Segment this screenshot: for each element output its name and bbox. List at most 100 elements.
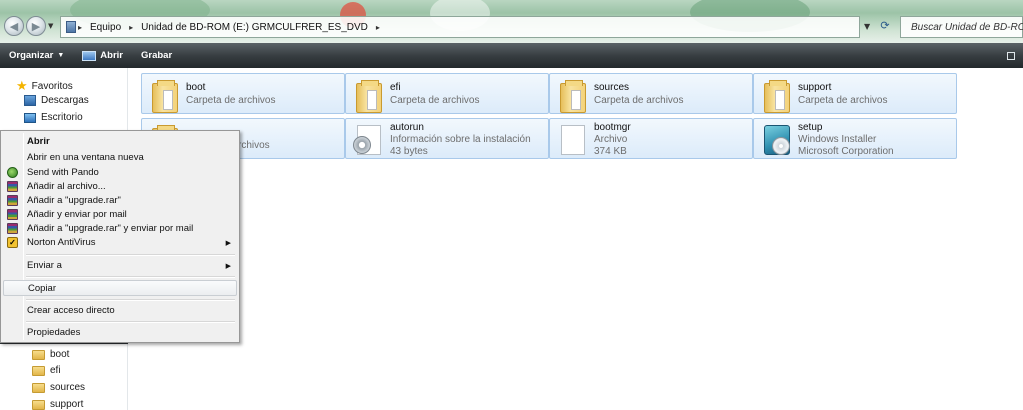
submenu-arrow-icon: ▶ <box>225 262 231 270</box>
winrar-icon <box>7 209 18 220</box>
menu-item-label: Copiar <box>28 282 56 294</box>
folder-icon <box>32 349 45 360</box>
view-options-icon[interactable] <box>1007 52 1015 60</box>
tree-item-efi[interactable]: efi <box>32 365 61 376</box>
file-icon <box>556 123 588 155</box>
submenu-arrow-icon: ▶ <box>225 239 231 247</box>
menu-item-label: Abrir en una ventana nueva <box>27 152 144 163</box>
search-placeholder: Buscar Unidad de BD-ROM <box>911 21 1023 33</box>
file-type: Carpeta de archivos <box>390 95 480 106</box>
breadcrumb-computer[interactable]: Equipo <box>84 22 127 33</box>
file-publisher: Microsoft Corporation <box>798 146 894 157</box>
menu-item-send-with-pando[interactable]: Send with Pando <box>3 165 237 180</box>
tree-item-label: boot <box>50 349 70 360</box>
recent-pages-chevron-icon[interactable]: ▼ <box>48 22 53 30</box>
file-name: support <box>798 82 832 93</box>
file-type: Archivo <box>594 134 628 145</box>
menu-item-label: Añadir y enviar por mail <box>27 209 127 220</box>
file-size: 43 bytes <box>390 146 428 157</box>
open-label: Abrir <box>100 50 123 61</box>
menu-item-add-and-email[interactable]: Añadir y enviar por mail <box>3 207 237 222</box>
chevron-down-icon: ▼ <box>57 52 65 59</box>
forward-button[interactable]: ▶ <box>26 16 46 36</box>
menu-item-add-to-archive[interactable]: Añadir al archivo... <box>3 179 237 194</box>
norton-icon: ✓ <box>7 237 18 248</box>
menu-item-create-shortcut[interactable]: Crear acceso directo <box>3 303 237 318</box>
menu-separator <box>26 276 235 278</box>
pando-icon <box>7 167 18 178</box>
breadcrumb-separator-icon[interactable]: ▸ <box>76 23 84 32</box>
file-tile-efi[interactable]: efi Carpeta de archivos <box>345 73 549 114</box>
folder-icon <box>32 365 45 376</box>
organize-label: Organizar <box>9 50 54 61</box>
menu-item-open[interactable]: Abrir <box>3 134 237 149</box>
menu-item-open-new-window[interactable]: Abrir en una ventana nueva <box>3 150 237 165</box>
folder-icon <box>556 78 588 113</box>
installer-icon <box>760 123 792 155</box>
tree-item-support[interactable]: support <box>32 399 83 410</box>
menu-item-norton-antivirus[interactable]: ✓ Norton AntiVirus ▶ <box>3 235 237 250</box>
file-name: boot <box>186 82 206 93</box>
address-bar-region: ◀ ▶ ▼ ▸ Equipo ▸ Unidad de BD-ROM (E:) G… <box>0 0 1023 43</box>
breadcrumb-separator-icon[interactable]: ▸ <box>127 23 135 32</box>
tree-item-label: support <box>50 399 84 410</box>
winrar-icon <box>7 181 18 192</box>
nav-desktop[interactable]: Escritorio <box>24 112 83 123</box>
forward-arrow-icon: ▶ <box>31 19 41 33</box>
breadcrumb-separator-icon[interactable]: ▸ <box>374 23 382 32</box>
file-type: Windows Installer <box>798 134 877 145</box>
menu-separator <box>26 321 235 323</box>
burn-button[interactable]: Grabar <box>132 50 181 61</box>
menu-item-label: Norton AntiVirus <box>27 237 96 248</box>
file-tile-support[interactable]: support Carpeta de archivos <box>753 73 957 114</box>
file-size: 374 KB <box>594 146 627 157</box>
folder-icon <box>352 78 384 113</box>
address-history-dropdown-icon[interactable]: ▼ <box>864 22 870 31</box>
nav-favorites[interactable]: ★ Favoritos <box>16 78 73 94</box>
menu-item-add-upgrade-rar-and-email[interactable]: Añadir a "upgrade.rar" y enviar por mail <box>3 221 237 236</box>
menu-item-label: Añadir a "upgrade.rar" y enviar por mail <box>27 223 194 234</box>
menu-item-copy[interactable]: Copiar <box>3 280 237 296</box>
menu-item-add-to-upgrade-rar[interactable]: Añadir a "upgrade.rar" <box>3 193 237 208</box>
command-bar: Organizar ▼ Abrir Grabar <box>0 43 1023 68</box>
open-button[interactable]: Abrir <box>73 50 132 61</box>
file-tile-bootmgr[interactable]: bootmgr Archivo 374 KB <box>549 118 753 159</box>
menu-item-label: Abrir <box>27 136 50 147</box>
nav-desktop-label: Escritorio <box>41 112 83 123</box>
desktop-icon <box>24 112 36 123</box>
back-button[interactable]: ◀ <box>4 16 24 36</box>
tree-item-label: sources <box>50 382 86 393</box>
address-field[interactable]: ▸ Equipo ▸ Unidad de BD-ROM (E:) GRMCULF… <box>60 16 860 38</box>
menu-item-label: Send with Pando <box>27 167 99 178</box>
menu-separator <box>26 299 235 301</box>
back-arrow-icon: ◀ <box>9 19 19 33</box>
file-tile-setup[interactable]: setup Windows Installer Microsoft Corpor… <box>753 118 957 159</box>
folder-icon <box>760 78 792 113</box>
search-input[interactable]: Buscar Unidad de BD-ROM <box>900 16 1023 38</box>
tree-item-sources[interactable]: sources <box>32 382 85 393</box>
file-type: Carpeta de archivos <box>186 95 276 106</box>
downloads-icon <box>24 95 36 106</box>
refresh-icon[interactable]: ⟳ <box>877 19 893 35</box>
burn-label: Grabar <box>141 50 173 61</box>
folder-icon <box>32 382 45 393</box>
file-name: efi <box>390 82 401 93</box>
open-icon <box>82 50 97 61</box>
file-tile-boot[interactable]: boot Carpeta de archivos <box>141 73 345 114</box>
nav-downloads[interactable]: Descargas <box>24 95 89 106</box>
folder-icon <box>32 399 45 410</box>
file-tile-sources[interactable]: sources Carpeta de archivos <box>549 73 753 114</box>
file-name: bootmgr <box>594 122 631 133</box>
breadcrumb-drive[interactable]: Unidad de BD-ROM (E:) GRMCULFRER_ES_DVD <box>135 22 374 33</box>
organize-button[interactable]: Organizar ▼ <box>0 50 73 61</box>
file-type: Carpeta de archivos <box>798 95 888 106</box>
menu-item-properties[interactable]: Propiedades <box>3 325 237 340</box>
file-tile-autorun[interactable]: autorun Información sobre la instalación… <box>345 118 549 159</box>
menu-item-send-to[interactable]: Enviar a ▶ <box>3 258 237 273</box>
file-name: sources <box>594 82 630 93</box>
winrar-icon <box>7 195 18 206</box>
tree-item-boot[interactable]: boot <box>32 349 69 360</box>
folder-icon <box>148 78 180 113</box>
file-name: setup <box>798 122 823 133</box>
menu-item-label: Añadir a "upgrade.rar" <box>27 195 121 206</box>
